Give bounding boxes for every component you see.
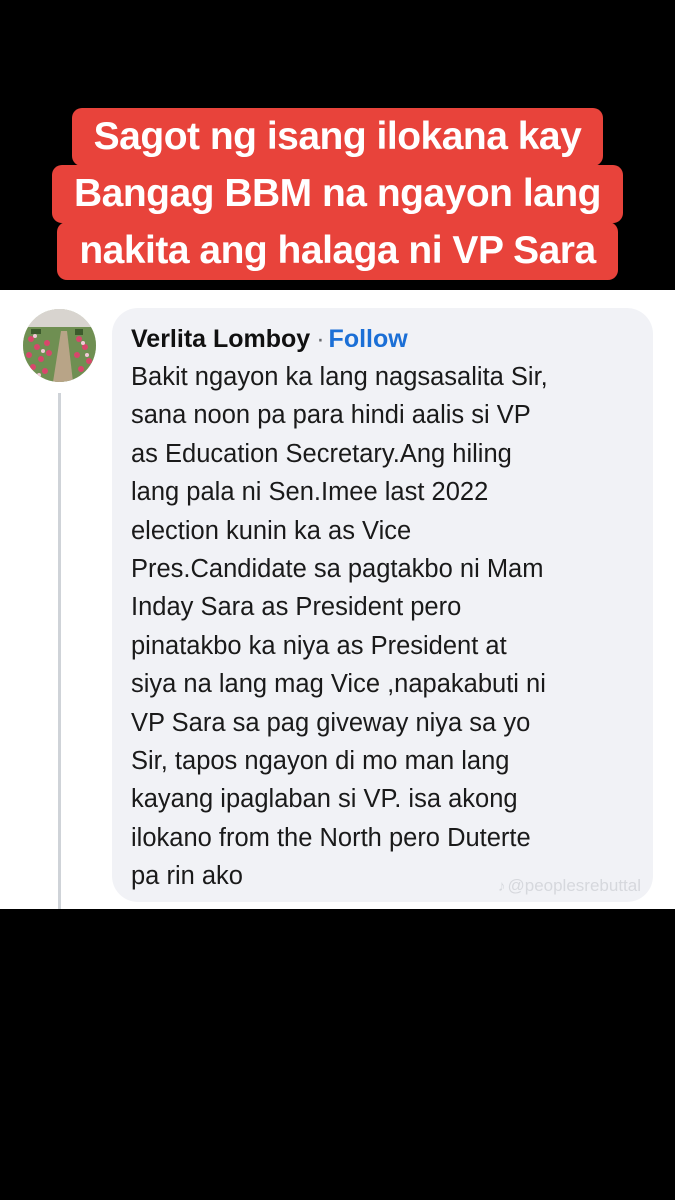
author-name[interactable]: Verlita Lomboy bbox=[131, 325, 310, 353]
avatar[interactable] bbox=[23, 309, 96, 382]
comment-line: kayang ipaglaban si VP. isa akong bbox=[131, 785, 518, 814]
screenshot-page: Sagot ng isang ilokana kay Bangag BBM na… bbox=[0, 0, 675, 1200]
watermark-text: @peoplesrebuttal bbox=[507, 876, 641, 895]
tiktok-icon: ♪ bbox=[497, 878, 506, 895]
comment-line: sana noon pa para hindi aalis si VP bbox=[131, 401, 531, 430]
comment-line: siya na lang mag Vice ,napakabuti ni bbox=[131, 670, 546, 699]
comment-line: ilokano from the North pero Duterte bbox=[131, 823, 531, 852]
thread-line bbox=[58, 393, 61, 909]
comment-line: VP Sara sa pag giveway niya sa yo bbox=[131, 708, 531, 737]
comment-line: Bakit ngayon ka lang nagsasalita Sir, bbox=[131, 363, 548, 391]
comment-line: lang pala ni Sen.Imee last 2022 bbox=[131, 478, 489, 507]
title-line-1: Sagot ng isang ilokana kay bbox=[71, 108, 604, 166]
comment-line: election kunin ka as Vice bbox=[131, 516, 412, 545]
follow-button[interactable]: Follow bbox=[329, 325, 408, 353]
comment-header: Verlita Lomboy · Follow bbox=[131, 324, 408, 354]
title-line-3: nakita ang halaga ni VP Sara bbox=[57, 222, 618, 280]
comment-line: as Education Secretary.Ang hiling bbox=[131, 439, 512, 468]
title-line-2: Bangag BBM na ngayon lang bbox=[51, 165, 624, 223]
comment-bubble: Verlita Lomboy · Follow Bakit ngayon ka la… bbox=[112, 308, 653, 902]
watermark: ♪ @peoplesrebuttal bbox=[498, 876, 641, 896]
title-banner: Sagot ng isang ilokana kay Bangag BBM na… bbox=[0, 108, 675, 280]
comment-panel: Verlita Lomboy · Follow Bakit ngayon ka la… bbox=[0, 290, 675, 909]
comment-line: Pres.Candidate sa pagtakbo ni Mam bbox=[131, 555, 544, 584]
comment-line: pinatakbo ka niya as President at bbox=[131, 631, 507, 660]
comment-text: Bakit ngayon ka lang nagsasalita Sir, sa… bbox=[131, 358, 641, 896]
comment-line: Sir, tapos ngayon di mo man lang bbox=[131, 747, 510, 776]
comment-line: Inday Sara as President pero bbox=[131, 593, 462, 622]
flower-garden-avatar-icon bbox=[23, 309, 96, 382]
separator-dot: · bbox=[316, 325, 325, 353]
